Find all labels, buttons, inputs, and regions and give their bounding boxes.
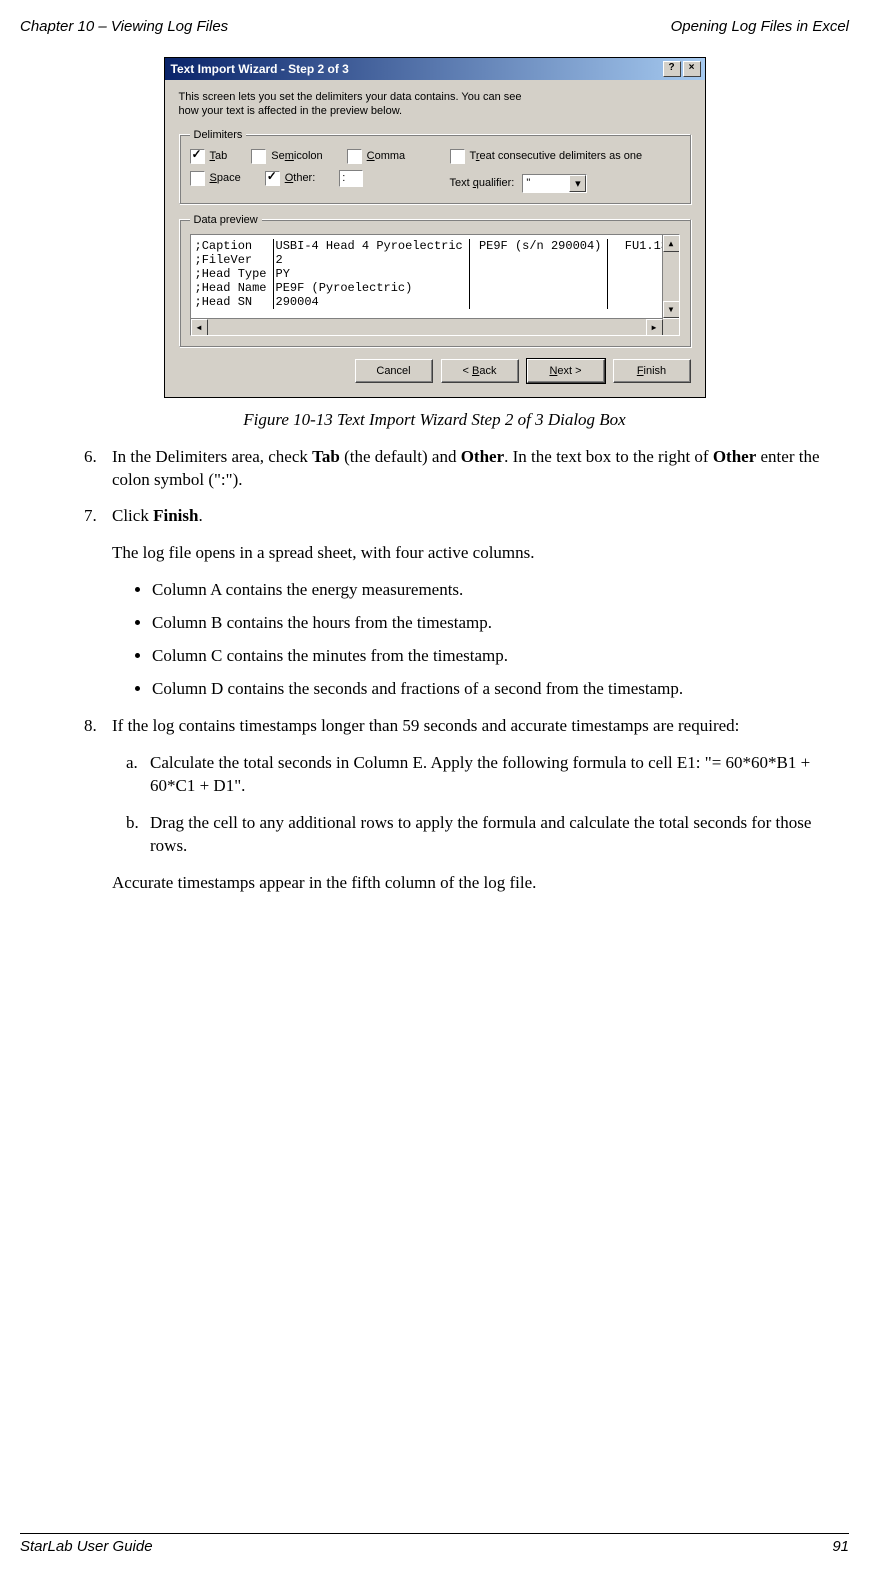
figure-caption: Figure 10-13 Text Import Wizard Step 2 o… xyxy=(20,410,849,430)
finish-button[interactable]: Finish xyxy=(613,359,691,383)
checkbox-icon xyxy=(251,149,266,164)
delimiter-row-2: Space Other: : xyxy=(190,170,440,187)
preview-grid: ;Caption ;FileVer ;Head Type ;Head Name … xyxy=(191,235,679,309)
checkbox-icon xyxy=(190,171,205,186)
dialog-titlebar: Text Import Wizard - Step 2 of 3 ? × xyxy=(165,58,705,80)
dialog-body: This screen lets you set the delimiters … xyxy=(165,80,705,397)
substep-a-text: Calculate the total seconds in Column E.… xyxy=(150,753,810,795)
column-c-desc: Column C contains the minutes from the t… xyxy=(152,645,833,668)
cancel-button[interactable]: Cancel xyxy=(355,359,433,383)
header-left: Chapter 10 – Viewing Log Files xyxy=(20,18,228,35)
other-checkbox[interactable]: Other: xyxy=(265,171,316,186)
dialog-title: Text Import Wizard - Step 2 of 3 xyxy=(171,62,349,76)
text-import-wizard-dialog: Text Import Wizard - Step 2 of 3 ? × Thi… xyxy=(164,57,706,398)
step-8-text: If the log contains timestamps longer th… xyxy=(112,716,739,735)
footer-page-number: 91 xyxy=(832,1538,849,1555)
intro-line2: how your text is affected in the preview… xyxy=(179,105,403,117)
page: Chapter 10 – Viewing Log Files Opening L… xyxy=(0,0,869,1571)
substep-a: a. Calculate the total seconds in Column… xyxy=(126,752,833,798)
preview-col-3: PE9F (s/n 290004) xyxy=(470,239,609,309)
step-number: 6. xyxy=(84,446,97,469)
substep-b: b. Drag the cell to any additional rows … xyxy=(126,812,833,858)
close-button[interactable]: × xyxy=(683,61,701,77)
data-preview-legend: Data preview xyxy=(190,214,262,226)
text-qualifier-row: Text qualifier: " ▾ xyxy=(450,174,680,193)
step-6: 6. In the Delimiters area, check Tab (th… xyxy=(84,446,833,492)
finish-button-label: Finish xyxy=(637,365,666,377)
next-button[interactable]: Next > xyxy=(527,359,605,383)
checkbox-icon xyxy=(190,149,205,164)
delimiter-right-col: Treat consecutive delimiters as one Text… xyxy=(450,149,680,193)
consecutive-checkbox[interactable]: Treat consecutive delimiters as one xyxy=(450,149,680,164)
step-8: 8. If the log contains timestamps longer… xyxy=(84,715,833,895)
data-preview-box: ;Caption ;FileVer ;Head Type ;Head Name … xyxy=(190,234,680,336)
substep-list: a. Calculate the total seconds in Column… xyxy=(112,752,833,858)
substep-letter: b. xyxy=(126,812,139,835)
dialog-button-row: Cancel < Back Next > Finish xyxy=(179,359,691,383)
column-list: Column A contains the energy measurement… xyxy=(112,579,833,701)
comma-checkbox[interactable]: Comma xyxy=(347,149,406,164)
step-7-text: Click Finish. xyxy=(112,506,203,525)
checkbox-icon xyxy=(265,171,280,186)
substep-letter: a. xyxy=(126,752,138,775)
scroll-left-icon[interactable]: ◂ xyxy=(191,319,208,336)
space-checkbox[interactable]: Space xyxy=(190,171,241,186)
page-footer: StarLab User Guide 91 xyxy=(20,1533,849,1555)
scroll-down-icon[interactable]: ▾ xyxy=(663,301,680,318)
data-preview-fieldset: Data preview ;Caption ;FileVer ;Head Typ… xyxy=(179,214,691,347)
semicolon-checkbox[interactable]: Semicolon xyxy=(251,149,322,164)
delimiters-legend: Delimiters xyxy=(190,129,247,141)
header-right: Opening Log Files in Excel xyxy=(671,18,849,35)
text-qualifier-select[interactable]: " ▾ xyxy=(522,174,587,193)
substep-b-text: Drag the cell to any additional rows to … xyxy=(150,813,811,855)
delimiters-fieldset: Delimiters Tab Semicolon Comma Space Oth… xyxy=(179,129,691,204)
preview-col-2: USBI-4 Head 4 Pyroelectric 2 PY PE9F (Py… xyxy=(274,239,470,309)
dialog-intro: This screen lets you set the delimiters … xyxy=(179,90,691,119)
titlebar-buttons: ? × xyxy=(663,61,701,77)
intro-line1: This screen lets you set the delimiters … xyxy=(179,91,522,103)
back-button-label: < Back xyxy=(463,365,497,377)
dialog-figure: Text Import Wizard - Step 2 of 3 ? × Thi… xyxy=(20,57,849,398)
next-button-label: Next > xyxy=(549,365,581,377)
delimiter-row-1: Tab Semicolon Comma xyxy=(190,149,440,164)
preview-col-1: ;Caption ;FileVer ;Head Type ;Head Name … xyxy=(193,239,274,309)
step-8-followup: Accurate timestamps appear in the fifth … xyxy=(112,872,833,895)
column-a-desc: Column A contains the energy measurement… xyxy=(152,579,833,602)
page-header: Chapter 10 – Viewing Log Files Opening L… xyxy=(20,18,849,35)
chevron-down-icon: ▾ xyxy=(569,175,586,192)
text-qualifier-value: " xyxy=(526,177,530,189)
cancel-button-label: Cancel xyxy=(376,365,410,377)
body-content: 6. In the Delimiters area, check Tab (th… xyxy=(20,446,849,895)
scrollbar-corner xyxy=(663,319,679,335)
scroll-right-icon[interactable]: ▸ xyxy=(646,319,663,336)
checkbox-icon xyxy=(450,149,465,164)
other-delimiter-input[interactable]: : xyxy=(339,170,363,187)
step-7: 7. Click Finish. The log file opens in a… xyxy=(84,505,833,701)
step-6-text: In the Delimiters area, check Tab (the d… xyxy=(112,447,820,489)
vertical-scrollbar[interactable]: ▴ ▾ xyxy=(662,235,679,318)
step-number: 7. xyxy=(84,505,97,528)
help-button[interactable]: ? xyxy=(663,61,681,77)
column-b-desc: Column B contains the hours from the tim… xyxy=(152,612,833,635)
horizontal-scrollbar[interactable]: ◂ ▸ xyxy=(191,318,663,335)
footer-left: StarLab User Guide xyxy=(20,1538,153,1555)
column-d-desc: Column D contains the seconds and fracti… xyxy=(152,678,833,701)
tab-checkbox[interactable]: Tab xyxy=(190,149,228,164)
scroll-up-icon[interactable]: ▴ xyxy=(663,235,680,252)
step-7-followup: The log file opens in a spread sheet, wi… xyxy=(112,542,833,565)
back-button[interactable]: < Back xyxy=(441,359,519,383)
text-qualifier-label: Text qualifier: xyxy=(450,177,515,189)
step-number: 8. xyxy=(84,715,97,738)
step-list: 6. In the Delimiters area, check Tab (th… xyxy=(84,446,833,895)
checkbox-icon xyxy=(347,149,362,164)
